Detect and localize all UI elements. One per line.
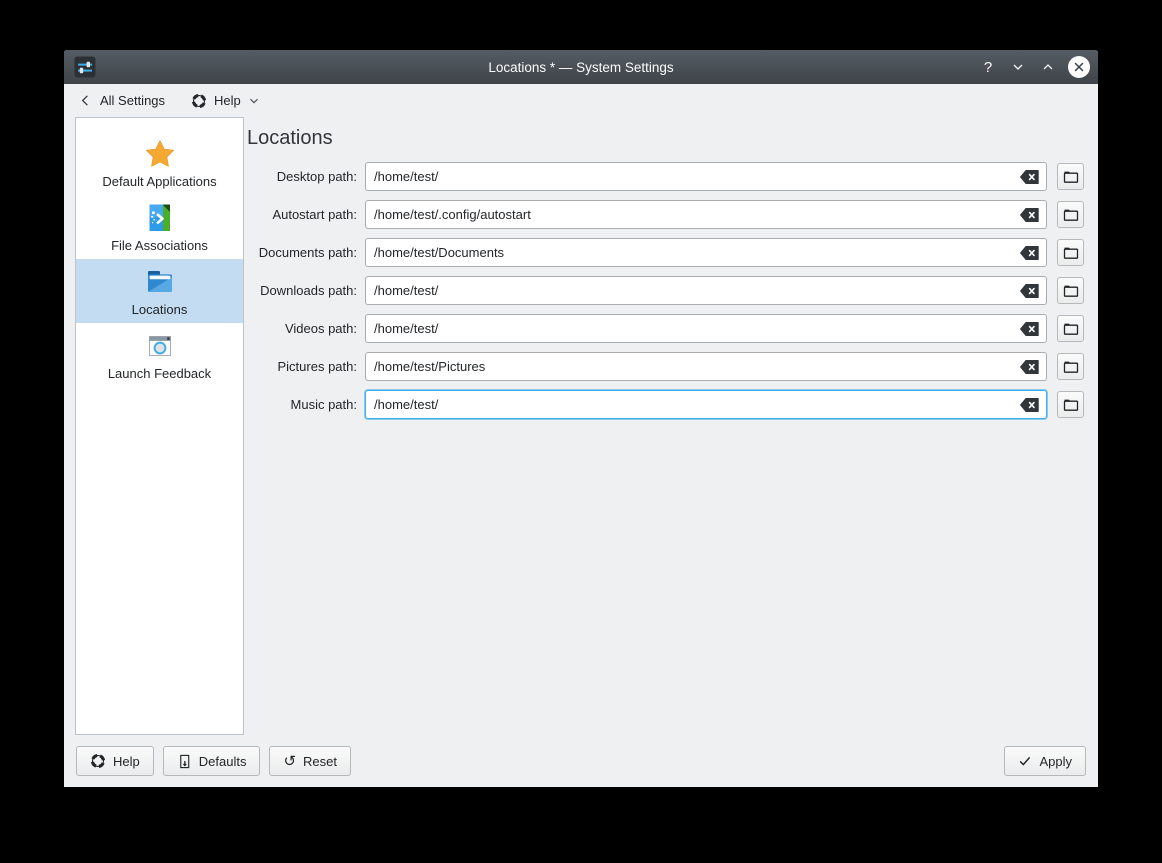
folder-open-icon: [1063, 359, 1079, 375]
downloads-path-field: [365, 276, 1047, 305]
clear-text-icon[interactable]: [1020, 170, 1039, 184]
browse-folder-button[interactable]: [1057, 277, 1084, 304]
sidebar-item-default-applications[interactable]: Default Applications: [76, 131, 243, 195]
music-path-input[interactable]: [365, 390, 1047, 419]
minimize-button[interactable]: [1008, 56, 1028, 78]
clear-text-icon[interactable]: [1020, 398, 1039, 412]
reset-button-label: Reset: [303, 754, 337, 769]
documents-path-field: [365, 238, 1047, 267]
help-lifering-icon: [191, 93, 207, 109]
clear-text-icon[interactable]: [1020, 360, 1039, 374]
field-label: Pictures path:: [247, 359, 357, 374]
clear-text-icon[interactable]: [1020, 322, 1039, 336]
apply-button-label: Apply: [1039, 754, 1072, 769]
clear-text-icon[interactable]: [1020, 246, 1039, 260]
chevron-up-icon: [1041, 60, 1055, 74]
apply-button[interactable]: Apply: [1004, 746, 1086, 776]
browse-folder-button[interactable]: [1057, 239, 1084, 266]
help-lifering-icon: [90, 753, 106, 769]
field-row-music: Music path:: [247, 390, 1084, 419]
titlebar[interactable]: Locations * — System Settings ?: [64, 50, 1098, 84]
field-row-documents: Documents path:: [247, 238, 1084, 267]
field-label: Documents path:: [247, 245, 357, 260]
chevron-down-icon: [248, 95, 260, 107]
field-label: Desktop path:: [247, 169, 357, 184]
browse-folder-button[interactable]: [1057, 163, 1084, 190]
field-row-desktop: Desktop path:: [247, 162, 1084, 191]
sidebar: Default Applications File Associations: [75, 117, 244, 735]
locations-page: Locations Desktop path: Autostart path:: [244, 117, 1098, 735]
sidebar-item-label: File Associations: [111, 238, 208, 253]
folder-open-icon: [1063, 207, 1079, 223]
field-row-videos: Videos path:: [247, 314, 1084, 343]
field-label: Videos path:: [247, 321, 357, 336]
help-menu-button[interactable]: Help: [191, 93, 260, 109]
autostart-path-field: [365, 200, 1047, 229]
sidebar-item-file-associations[interactable]: File Associations: [76, 195, 243, 259]
window-title: Locations * — System Settings: [64, 60, 1098, 75]
chevron-down-icon: [1011, 60, 1025, 74]
autostart-path-input[interactable]: [365, 200, 1047, 229]
field-label: Downloads path:: [247, 283, 357, 298]
defaults-button-label: Defaults: [199, 754, 247, 769]
defaults-button[interactable]: Defaults: [163, 746, 261, 776]
folder-icon: [144, 266, 176, 298]
sidebar-item-launch-feedback[interactable]: Launch Feedback: [76, 323, 243, 387]
reset-button[interactable]: ↺ Reset: [269, 746, 351, 776]
pictures-path-input[interactable]: [365, 352, 1047, 381]
clear-text-icon[interactable]: [1020, 284, 1039, 298]
folder-open-icon: [1063, 321, 1079, 337]
field-label: Autostart path:: [247, 207, 357, 222]
field-label: Music path:: [247, 397, 357, 412]
documents-path-input[interactable]: [365, 238, 1047, 267]
sidebar-item-label: Launch Feedback: [108, 366, 211, 381]
context-help-button[interactable]: ?: [978, 56, 998, 78]
all-settings-back-button[interactable]: All Settings: [78, 93, 165, 108]
sidebar-item-label: Locations: [132, 302, 188, 317]
file-associations-icon: [144, 202, 176, 234]
document-revert-icon: [177, 754, 192, 769]
sidebar-item-locations[interactable]: Locations: [76, 259, 243, 323]
desktop-path-input[interactable]: [365, 162, 1047, 191]
chevron-left-icon: [78, 93, 93, 108]
videos-path-input[interactable]: [365, 314, 1047, 343]
folder-open-icon: [1063, 397, 1079, 413]
footer-buttons: Help Defaults ↺ Reset Apply: [64, 735, 1098, 787]
maximize-button[interactable]: [1038, 56, 1058, 78]
sidebar-item-label: Default Applications: [102, 174, 216, 189]
all-settings-label: All Settings: [100, 93, 165, 108]
undo-icon: ↺: [283, 754, 296, 769]
folder-open-icon: [1063, 169, 1079, 185]
browse-folder-button[interactable]: [1057, 391, 1084, 418]
close-button[interactable]: [1068, 56, 1090, 78]
music-path-field: [365, 390, 1047, 419]
system-settings-window: Locations * — System Settings ?: [64, 50, 1098, 787]
folder-open-icon: [1063, 283, 1079, 299]
pictures-path-field: [365, 352, 1047, 381]
star-icon: [144, 138, 176, 170]
field-row-pictures: Pictures path:: [247, 352, 1084, 381]
system-settings-app-icon: [74, 56, 96, 78]
browse-folder-button[interactable]: [1057, 353, 1084, 380]
field-row-autostart: Autostart path:: [247, 200, 1084, 229]
browse-folder-button[interactable]: [1057, 315, 1084, 342]
help-button-label: Help: [113, 754, 140, 769]
close-icon: [1073, 61, 1085, 73]
help-menu-label: Help: [214, 93, 241, 108]
browse-folder-button[interactable]: [1057, 201, 1084, 228]
downloads-path-input[interactable]: [365, 276, 1047, 305]
toolbar: All Settings Help: [64, 84, 1098, 117]
videos-path-field: [365, 314, 1047, 343]
clear-text-icon[interactable]: [1020, 208, 1039, 222]
desktop-path-field: [365, 162, 1047, 191]
launch-feedback-icon: [144, 330, 176, 362]
folder-open-icon: [1063, 245, 1079, 261]
checkmark-icon: [1018, 754, 1032, 768]
page-title: Locations: [247, 127, 1084, 150]
field-row-downloads: Downloads path:: [247, 276, 1084, 305]
help-button[interactable]: Help: [76, 746, 154, 776]
